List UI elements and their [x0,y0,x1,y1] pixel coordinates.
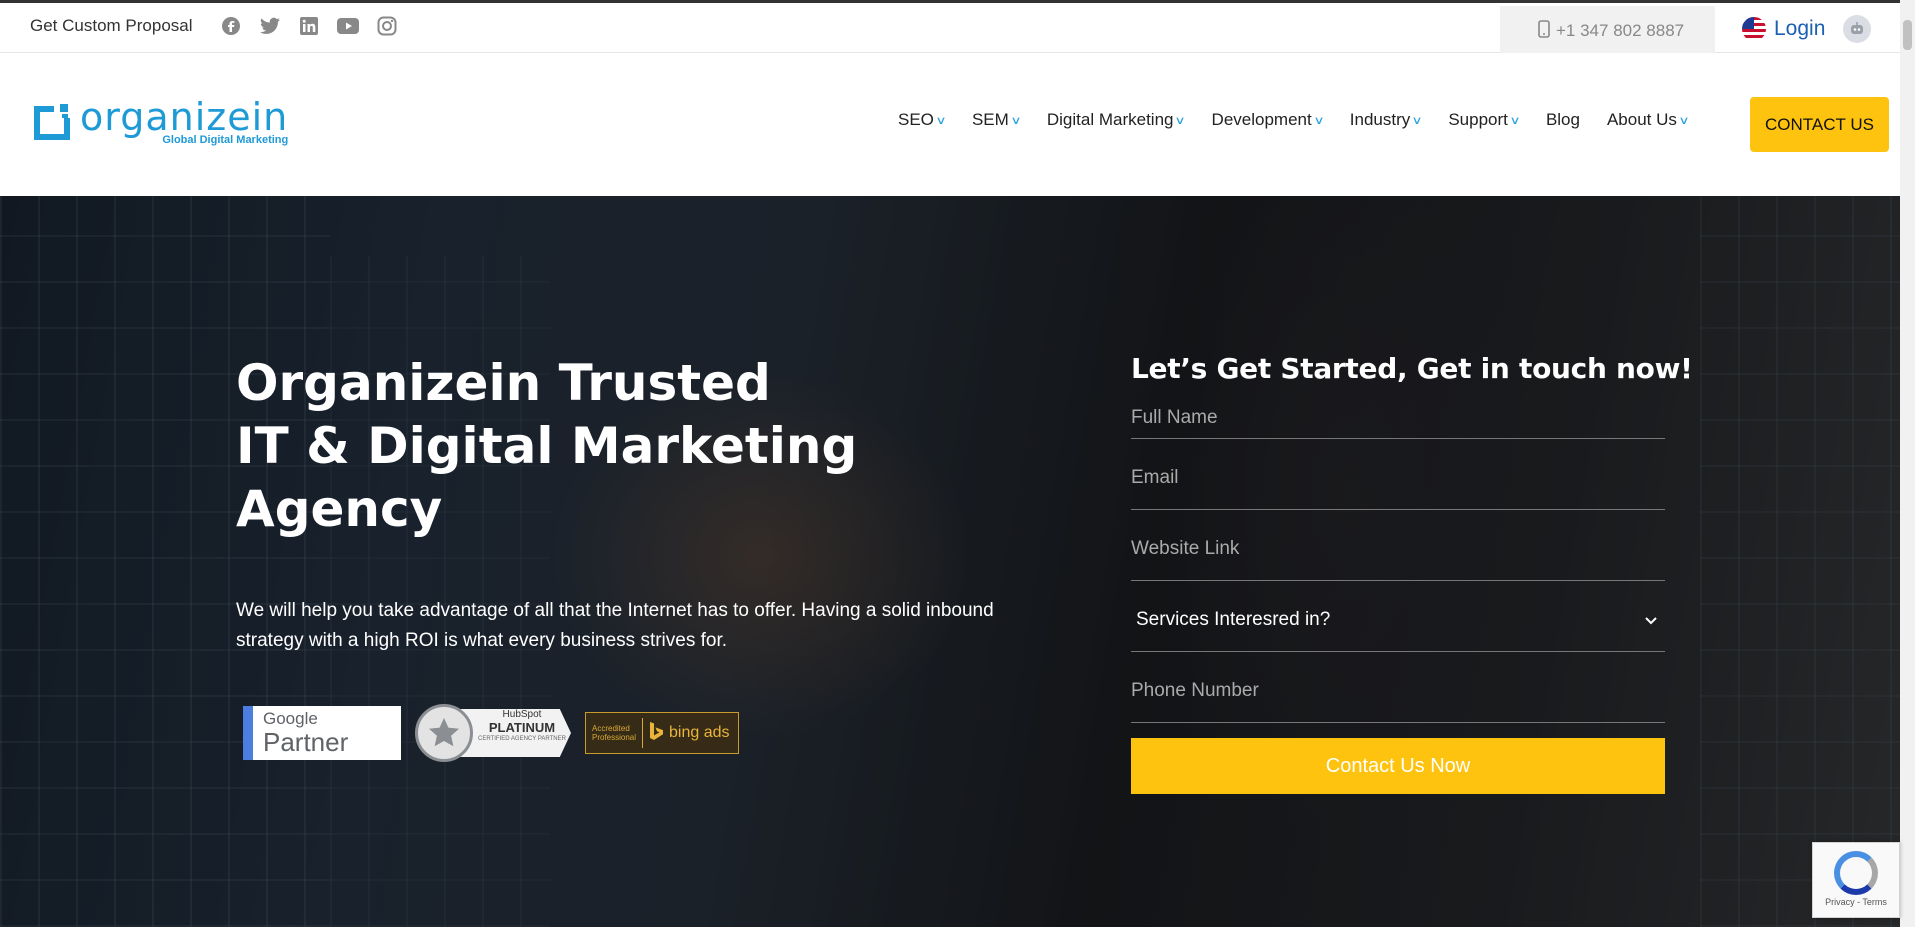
google-badge-bottom: Partner [263,727,349,757]
chevron-down-icon: ∨ [1010,114,1022,127]
nav-item-industry[interactable]: Industry ∨ [1349,110,1423,130]
social-links [220,15,398,37]
nav-item-about-us[interactable]: About Us ∨ [1606,110,1690,130]
instagram-icon[interactable] [376,15,398,37]
recaptcha-links[interactable]: Privacy - Terms [1813,897,1899,907]
scrollbar-thumb[interactable] [1903,20,1912,50]
nav-item-blog[interactable]: Blog [1546,110,1580,130]
google-partner-badge: Google Partner [243,706,401,760]
user-avatar-icon[interactable] [1843,15,1872,43]
google-badge-top: Google [263,709,318,728]
chevron-down-icon: ∨ [1678,114,1690,127]
nav-label: Support [1448,110,1508,129]
nav-item-digital-marketing[interactable]: Digital Marketing ∨ [1046,110,1187,130]
chevron-down-icon: ∨ [1509,114,1521,127]
nav-item-development[interactable]: Development ∨ [1211,110,1325,130]
phone-number: +1 347 802 8887 [1556,21,1685,40]
bing-logo-icon [649,721,663,746]
chevron-down-icon: ∨ [935,114,947,127]
linkedin-icon[interactable] [298,15,320,37]
contact-us-button[interactable]: CONTACT US [1750,97,1889,152]
phone-field[interactable]: Phone Number [1131,652,1665,723]
custom-proposal-link[interactable]: Get Custom Proposal [30,16,193,36]
mobile-phone-icon [1538,19,1550,43]
form-title: Let’s Get Started, Get in touch now! [1131,352,1693,385]
bing-badge-right: bing ads [669,724,730,741]
hero-headline: Organizein Trusted IT & Digital Marketin… [236,352,857,541]
page-scrollbar[interactable] [1900,0,1915,927]
twitter-icon[interactable] [259,15,281,37]
headline-line: Agency [236,480,443,538]
chevron-down-icon: ∨ [1313,114,1325,127]
site-logo[interactable]: organizein Global Digital Marketing [30,95,289,146]
us-flag-icon [1742,17,1766,41]
hubspot-badge-bottom: CERTIFIED AGENCY PARTNER [478,736,566,742]
bing-badge-left: Accredited Professional [592,724,637,742]
recaptcha-badge[interactable]: Privacy - Terms [1812,842,1900,918]
logo-name: organizein [80,95,289,139]
main-navbar: organizein Global Digital Marketing SEO ∨… [0,53,1900,196]
nav-label: About Us [1606,110,1677,129]
bing-ads-badge: Accredited Professional bing ads [585,712,739,754]
nav-item-sem[interactable]: SEM ∨ [971,110,1022,130]
chevron-down-icon: ∨ [1411,114,1423,127]
partner-badges: Google Partner HubSpot PLATINUM CERTIFIE… [243,703,739,763]
headline-line: Organizein Trusted [236,354,771,412]
nav-label: Blog [1545,110,1580,129]
youtube-icon[interactable] [337,15,359,37]
primary-menu: SEO ∨ SEM ∨ Digital Marketing ∨ Development… [898,110,1715,130]
full-name-field[interactable]: Full Name [1131,385,1665,439]
login-link[interactable]: Login [1774,17,1825,41]
top-bar: Get Custom Proposal +1 347 802 8887 Logi… [0,0,1900,56]
nav-label: SEO [898,110,934,129]
hero-section: Organizein Trusted IT & Digital Marketin… [0,196,1900,927]
chevron-down-icon [1645,609,1657,631]
hero-description: We will help you take advantage of all t… [236,600,994,651]
contact-us-now-button[interactable]: Contact Us Now [1131,738,1665,794]
hubspot-badge-mid: PLATINUM [488,720,556,735]
headline-line: IT & Digital Marketing [236,417,858,475]
hubspot-badge-top: HubSpot [502,709,542,720]
website-field[interactable]: Website Link [1131,510,1665,581]
hubspot-platinum-badge: HubSpot PLATINUM CERTIFIED AGENCY PARTNE… [415,703,571,763]
phone-contact[interactable]: +1 347 802 8887 [1500,6,1715,56]
star-icon [415,704,473,762]
nav-label: Development [1211,110,1312,129]
login-area[interactable]: Login [1742,15,1872,43]
services-select-value: Services Interesred in? [1136,609,1331,630]
recaptcha-icon [1834,851,1878,895]
nav-item-seo[interactable]: SEO ∨ [898,110,947,130]
services-select[interactable]: Services Interesred in? [1131,581,1665,652]
email-field[interactable]: Email [1131,439,1665,510]
nav-label: Industry [1349,110,1411,129]
chevron-down-icon: ∨ [1174,114,1187,127]
nav-item-support[interactable]: Support ∨ [1448,110,1521,130]
nav-label: Digital Marketing [1046,110,1174,129]
facebook-icon[interactable] [220,15,242,37]
logo-mark-icon [30,100,74,144]
contact-form: Let’s Get Started, Get in touch now! Ful… [1131,352,1693,794]
nav-label: SEM [971,110,1009,129]
